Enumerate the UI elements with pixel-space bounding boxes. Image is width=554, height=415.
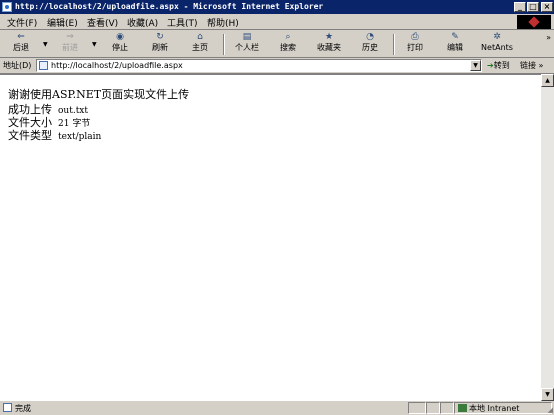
print-label: 打印 <box>407 43 423 52</box>
page-content: 谢谢使用ASP.NET页面实现文件上传 成功上传 out.txt 文件大小 21 字… <box>0 74 541 401</box>
home-icon: ⌂ <box>197 32 203 42</box>
status-bar: 完成 本地 Intranet ◢ <box>0 401 554 415</box>
personal-bar-icon: ▤ <box>242 32 252 42</box>
favorites-label: 收藏夹 <box>317 43 341 52</box>
netants-button[interactable]: ✲ NetAnts <box>479 32 515 56</box>
status-text: 完成 <box>15 404 31 413</box>
stop-label: 停止 <box>112 43 128 52</box>
resize-grip-icon[interactable]: ◢ <box>548 406 553 414</box>
menu-file[interactable]: 文件(F) <box>7 16 37 29</box>
toolbar-separator <box>223 34 225 55</box>
menu-bar: 文件(F) 编辑(E) 查看(V) 收藏(A) 工具(T) 帮助(H) <box>0 14 554 30</box>
stop-button[interactable]: ◉ 停止 <box>102 32 138 56</box>
status-panel <box>408 402 426 414</box>
menu-favorites[interactable]: 收藏(A) <box>127 16 158 29</box>
forward-label: 前进 <box>62 43 78 52</box>
back-button[interactable]: ⇐ 后退 <box>3 32 39 56</box>
stop-icon: ◉ <box>116 32 124 42</box>
address-label: 地址(D) <box>3 61 32 70</box>
scroll-down-button[interactable]: ▼ <box>541 388 554 401</box>
printer-icon: ⎙ <box>411 32 419 42</box>
close-button[interactable]: × <box>541 2 553 12</box>
favorites-button[interactable]: ★ 收藏夹 <box>311 32 347 56</box>
menu-edit[interactable]: 编辑(E) <box>47 16 78 29</box>
refresh-button[interactable]: ↻ 刷新 <box>142 32 178 56</box>
back-arrow-icon: ⇐ <box>17 32 25 42</box>
vertical-scrollbar[interactable]: ▲ ▼ <box>541 74 554 401</box>
forward-arrow-icon: ⇒ <box>66 32 74 42</box>
status-page-icon <box>3 403 12 412</box>
toolbar-more-chevron[interactable]: » <box>546 33 551 42</box>
forward-button[interactable]: ⇒ 前进 <box>52 32 88 56</box>
minimize-button[interactable]: _ <box>514 2 526 12</box>
netants-icon: ✲ <box>493 32 501 42</box>
favorites-icon: ★ <box>324 32 334 42</box>
maximize-button[interactable]: □ <box>527 2 539 12</box>
refresh-icon: ↻ <box>156 32 164 42</box>
history-icon: ◔ <box>366 32 374 42</box>
address-url[interactable]: http://localhost/2/uploadfile.aspx <box>51 61 183 70</box>
history-label: 历史 <box>362 43 378 52</box>
personal-bar-button[interactable]: ▤ 个人栏 <box>229 32 265 56</box>
window-title: http://localhost/2/uploadfile.aspx - Mic… <box>15 2 324 11</box>
status-panel <box>440 402 454 414</box>
file-type-row: 文件类型 text/plain <box>8 127 101 143</box>
row-label: 文件类型 <box>8 129 52 142</box>
row-value: text/plain <box>58 132 102 142</box>
address-bar: 地址(D) http://localhost/2/uploadfile.aspx… <box>0 58 554 74</box>
address-dropdown-button[interactable]: ▼ <box>470 60 481 71</box>
go-arrow-icon: ➔ <box>487 61 494 70</box>
refresh-label: 刷新 <box>152 43 168 52</box>
page-heading: 谢谢使用ASP.NET页面实现文件上传 <box>8 88 190 101</box>
windows-logo <box>517 15 551 29</box>
edit-label: 编辑 <box>447 43 463 52</box>
intranet-zone-icon <box>458 404 467 412</box>
edit-icon: ✎ <box>451 32 459 42</box>
toolbar: ⇐ 后退 ▼ ⇒ 前进 ▼ ◉ 停止 ↻ 刷新 ⌂ 主页 ▤ 个人栏 ⌕ 搜索 … <box>0 31 554 58</box>
toolbar-separator <box>393 34 395 55</box>
search-icon: ⌕ <box>285 32 291 42</box>
go-label: 转到 <box>493 61 510 70</box>
print-button[interactable]: ⎙ 打印 <box>397 32 433 56</box>
home-button[interactable]: ⌂ 主页 <box>182 32 218 56</box>
history-button[interactable]: ◔ 历史 <box>352 32 388 56</box>
netants-label: NetAnts <box>481 43 513 52</box>
back-label: 后退 <box>13 43 29 52</box>
menu-tools[interactable]: 工具(T) <box>167 16 198 29</box>
go-button[interactable]: ➔转到 <box>487 60 510 71</box>
search-button[interactable]: ⌕ 搜索 <box>270 32 306 56</box>
menu-view[interactable]: 查看(V) <box>87 16 118 29</box>
scroll-up-button[interactable]: ▲ <box>541 74 554 87</box>
personal-bar-label: 个人栏 <box>235 43 259 52</box>
forward-dropdown-icon[interactable]: ▼ <box>92 41 97 48</box>
back-dropdown-icon[interactable]: ▼ <box>43 41 48 48</box>
status-panel <box>426 402 440 414</box>
links-button[interactable]: 链接 » <box>520 60 543 71</box>
zone-label: 本地 Intranet <box>469 404 520 413</box>
search-label: 搜索 <box>280 43 296 52</box>
menu-help[interactable]: 帮助(H) <box>207 16 239 29</box>
ie-page-icon[interactable] <box>2 2 12 12</box>
title-bar: http://localhost/2/uploadfile.aspx - Mic… <box>0 0 554 14</box>
edit-button[interactable]: ✎ 编辑 <box>437 32 473 56</box>
page-icon <box>39 61 48 70</box>
address-input[interactable]: http://localhost/2/uploadfile.aspx ▼ <box>36 59 482 72</box>
security-zone: 本地 Intranet <box>458 403 519 414</box>
home-label: 主页 <box>192 43 208 52</box>
